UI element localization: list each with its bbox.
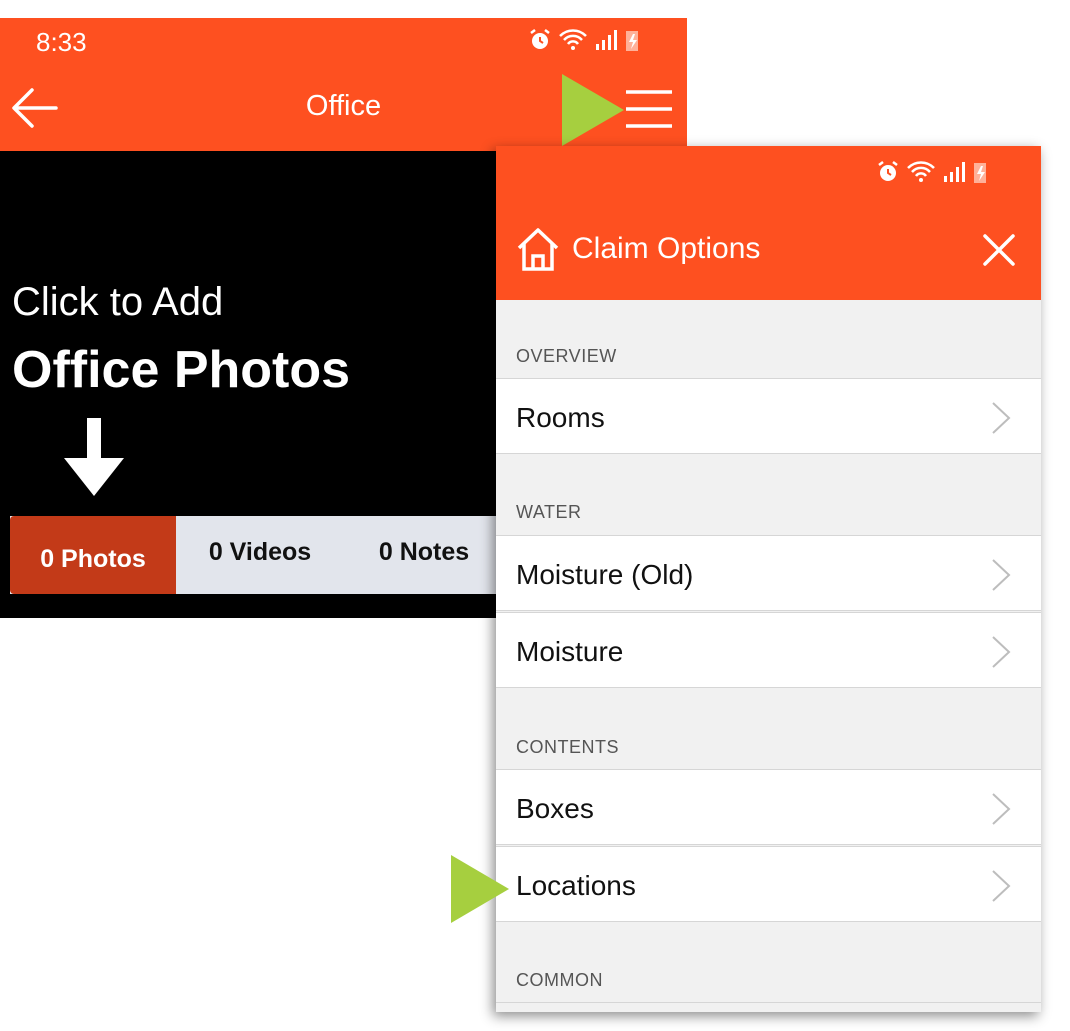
menu-item-label: Moisture (Old) bbox=[516, 559, 694, 590]
divider bbox=[496, 1002, 1041, 1003]
section-label-common: COMMON bbox=[516, 970, 603, 990]
section-label-overview: OVERVIEW bbox=[516, 346, 617, 366]
status-icons bbox=[528, 28, 640, 52]
chevron-right-icon bbox=[992, 559, 1011, 591]
menu-item-label: Boxes bbox=[516, 793, 594, 824]
empty-state-prompt: Click to Add bbox=[12, 280, 224, 324]
empty-state-heading: Office Photos bbox=[12, 341, 351, 399]
tab-videos[interactable]: 0 Videos bbox=[176, 516, 344, 594]
menu-item-label: Moisture bbox=[516, 636, 624, 667]
tab-photos[interactable]: 0 Photos bbox=[10, 516, 176, 594]
hamburger-menu-icon[interactable] bbox=[624, 88, 674, 130]
wifi-icon bbox=[559, 29, 587, 50]
signal-icon bbox=[596, 30, 617, 50]
menu-item-moisture[interactable]: Moisture bbox=[496, 612, 1041, 688]
menu-item-moisture-old[interactable]: Moisture (Old) bbox=[496, 535, 1041, 611]
wifi-icon bbox=[907, 161, 935, 182]
alarm-icon bbox=[878, 161, 898, 181]
section-label-contents: CONTENTS bbox=[516, 737, 619, 757]
chevron-right-icon bbox=[992, 636, 1011, 668]
menu-item-boxes[interactable]: Boxes bbox=[496, 769, 1041, 845]
status-bar bbox=[496, 146, 1041, 200]
claim-options-panel: Claim Options OVERVIEW Rooms WATER Moist… bbox=[496, 146, 1041, 1012]
battery-charging-icon bbox=[974, 163, 986, 183]
close-icon[interactable] bbox=[982, 233, 1016, 267]
tab-notes[interactable]: 0 Notes bbox=[344, 516, 504, 594]
home-icon bbox=[517, 228, 559, 271]
menu-item-label: Rooms bbox=[516, 402, 605, 433]
signal-icon bbox=[944, 162, 965, 182]
menu-item-rooms[interactable]: Rooms bbox=[496, 378, 1041, 454]
callout-pointer-arrow bbox=[451, 855, 509, 923]
callout-pointer-arrow bbox=[562, 74, 624, 146]
down-arrow-icon bbox=[64, 418, 124, 496]
chevron-right-icon bbox=[992, 793, 1011, 825]
chevron-right-icon bbox=[992, 402, 1011, 434]
status-bar: 8:33 bbox=[0, 18, 687, 66]
section-label-water: WATER bbox=[516, 502, 582, 522]
status-time: 8:33 bbox=[36, 27, 87, 57]
battery-charging-icon bbox=[626, 31, 638, 51]
alarm-icon bbox=[530, 29, 550, 49]
menu-item-locations[interactable]: Locations bbox=[496, 846, 1041, 922]
chevron-right-icon bbox=[992, 870, 1011, 902]
menu-item-label: Locations bbox=[516, 870, 636, 901]
status-icons bbox=[876, 160, 988, 184]
panel-header: Claim Options bbox=[496, 200, 1041, 300]
panel-title: Claim Options bbox=[572, 232, 761, 265]
